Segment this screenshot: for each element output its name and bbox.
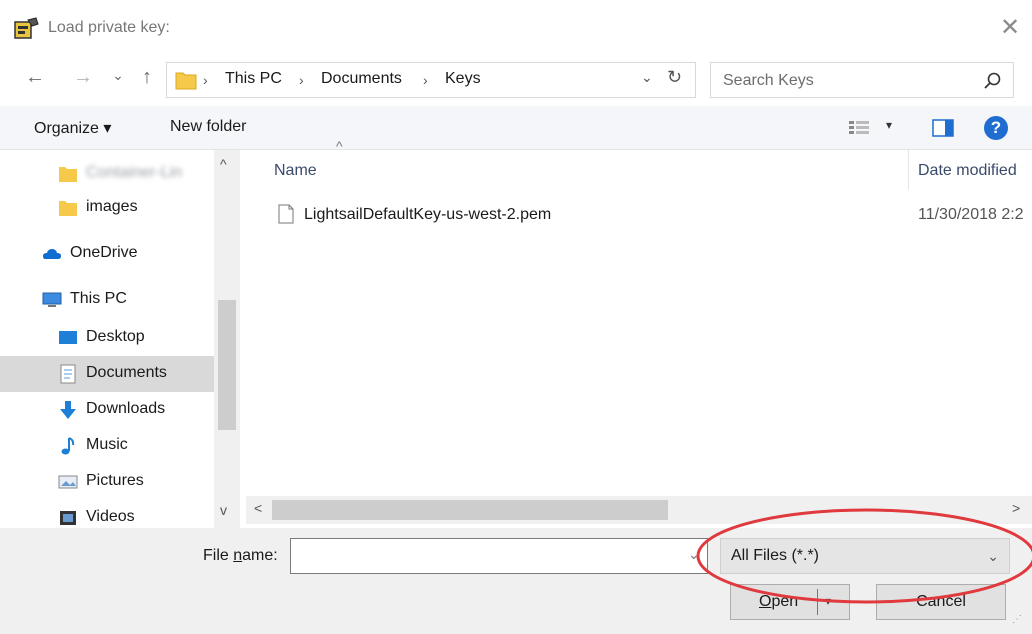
- column-header-date-modified[interactable]: Date modified: [918, 162, 1017, 180]
- scroll-up-icon[interactable]: ^: [220, 156, 227, 172]
- breadcrumb-separator: ›: [423, 72, 428, 88]
- preview-pane-icon[interactable]: [932, 119, 954, 137]
- refresh-icon[interactable]: ↻: [667, 67, 682, 88]
- view-dropdown-icon[interactable]: ▾: [886, 118, 892, 132]
- download-icon: [60, 401, 76, 419]
- key-app-icon: [14, 17, 39, 39]
- recent-locations-button[interactable]: ⌄: [110, 62, 126, 88]
- sidebar-item-this-pc[interactable]: This PC: [0, 282, 214, 318]
- pictures-icon: [58, 475, 78, 489]
- nav-scrollbar-thumb[interactable]: [218, 300, 236, 430]
- search-box[interactable]: [710, 62, 1014, 98]
- desktop-icon: [59, 331, 77, 344]
- sidebar-item-label: Music: [86, 436, 128, 453]
- search-input[interactable]: [723, 70, 963, 92]
- address-dropdown-icon[interactable]: ⌄: [641, 69, 653, 86]
- cancel-button[interactable]: Cancel: [876, 584, 1006, 620]
- file-list: [246, 150, 1032, 496]
- new-folder-button[interactable]: New folder: [170, 118, 246, 136]
- music-icon: [61, 437, 75, 455]
- sidebar-item-videos[interactable]: Videos: [0, 500, 214, 528]
- command-toolbar: Organize ▾ New folder ▾ ?: [0, 106, 1032, 150]
- file-type-value: All Files (*.*): [731, 547, 820, 564]
- computer-icon: [42, 292, 62, 307]
- sidebar-item-container-folder[interactable]: Container-Lin: [0, 156, 214, 192]
- sidebar-item-label: Videos: [86, 508, 135, 525]
- sidebar-item-onedrive[interactable]: OneDrive: [0, 236, 214, 272]
- search-icon[interactable]: [983, 71, 1003, 91]
- sidebar-item-label: OneDrive: [70, 244, 138, 261]
- organize-button[interactable]: Organize ▾: [34, 118, 111, 138]
- scroll-down-icon[interactable]: v: [220, 502, 227, 518]
- file-row-name[interactable]: LightsailDefaultKey-us-west-2.pem: [304, 206, 551, 224]
- back-button[interactable]: ←: [22, 64, 48, 90]
- breadcrumb-keys[interactable]: Keys: [445, 70, 481, 88]
- navigation-pane: Container-Lin images OneDrive This PC De…: [0, 150, 240, 528]
- folder-icon: [59, 201, 77, 216]
- sidebar-item-label: Container-Lin: [86, 164, 183, 181]
- folder-icon: [59, 167, 77, 182]
- cloud-icon: [43, 249, 61, 259]
- folder-icon: [175, 72, 197, 90]
- file-type-select[interactable]: All Files (*.*) ⌄: [720, 538, 1010, 574]
- sidebar-item-label: Downloads: [86, 400, 166, 417]
- open-options-icon[interactable]: ▾: [825, 594, 831, 608]
- sidebar-item-desktop[interactable]: Desktop: [0, 320, 214, 356]
- help-icon[interactable]: ?: [984, 116, 1008, 140]
- file-name-input[interactable]: [297, 545, 677, 567]
- sidebar-item-documents[interactable]: Documents: [0, 356, 214, 392]
- forward-button[interactable]: →: [70, 64, 96, 90]
- videos-icon: [60, 511, 76, 525]
- window-title: Load private key:: [48, 19, 170, 36]
- column-divider[interactable]: [908, 150, 909, 190]
- sidebar-item-label: Desktop: [86, 328, 145, 345]
- open-button[interactable]: Open ▾: [730, 584, 850, 620]
- file-name-label: File name:: [203, 547, 278, 564]
- column-header-name[interactable]: Name: [274, 162, 317, 180]
- close-button[interactable]: ✕: [996, 14, 1024, 42]
- sidebar-item-images[interactable]: images: [0, 190, 214, 226]
- address-bar[interactable]: › This PC › Documents › Keys ⌄ ↻: [166, 62, 696, 98]
- scroll-left-icon[interactable]: <: [254, 500, 262, 516]
- file-icon: [278, 204, 294, 224]
- breadcrumb-separator: ›: [299, 72, 304, 88]
- resize-grip-icon[interactable]: ⋰: [1012, 614, 1022, 625]
- open-button-label: Open: [759, 593, 799, 610]
- documents-icon: [60, 364, 76, 384]
- sidebar-item-pictures[interactable]: Pictures: [0, 464, 214, 500]
- file-row-date: 11/30/2018 2:2: [918, 206, 1024, 223]
- split-divider: [817, 589, 818, 615]
- breadcrumb-this-pc[interactable]: This PC: [225, 70, 282, 88]
- cancel-button-label: Cancel: [916, 593, 966, 610]
- chevron-down-icon: ⌄: [987, 548, 999, 564]
- sidebar-item-music[interactable]: Music: [0, 428, 214, 464]
- up-button[interactable]: ↑: [134, 64, 160, 90]
- sidebar-item-downloads[interactable]: Downloads: [0, 392, 214, 428]
- file-name-combobox[interactable]: [290, 538, 708, 574]
- sidebar-item-label: Documents: [86, 364, 167, 381]
- breadcrumb-documents[interactable]: Documents: [321, 70, 402, 88]
- view-options-icon[interactable]: [848, 120, 870, 136]
- file-name-dropdown-icon[interactable]: ⌄: [688, 546, 700, 563]
- sort-ascending-icon: ^: [336, 138, 343, 154]
- breadcrumb-separator: ›: [203, 72, 208, 88]
- sidebar-item-label: images: [86, 198, 138, 215]
- horizontal-scrollbar-thumb[interactable]: [272, 500, 668, 520]
- sidebar-item-label: Pictures: [86, 472, 144, 489]
- scroll-right-icon[interactable]: >: [1012, 500, 1020, 516]
- sidebar-item-label: This PC: [70, 290, 127, 307]
